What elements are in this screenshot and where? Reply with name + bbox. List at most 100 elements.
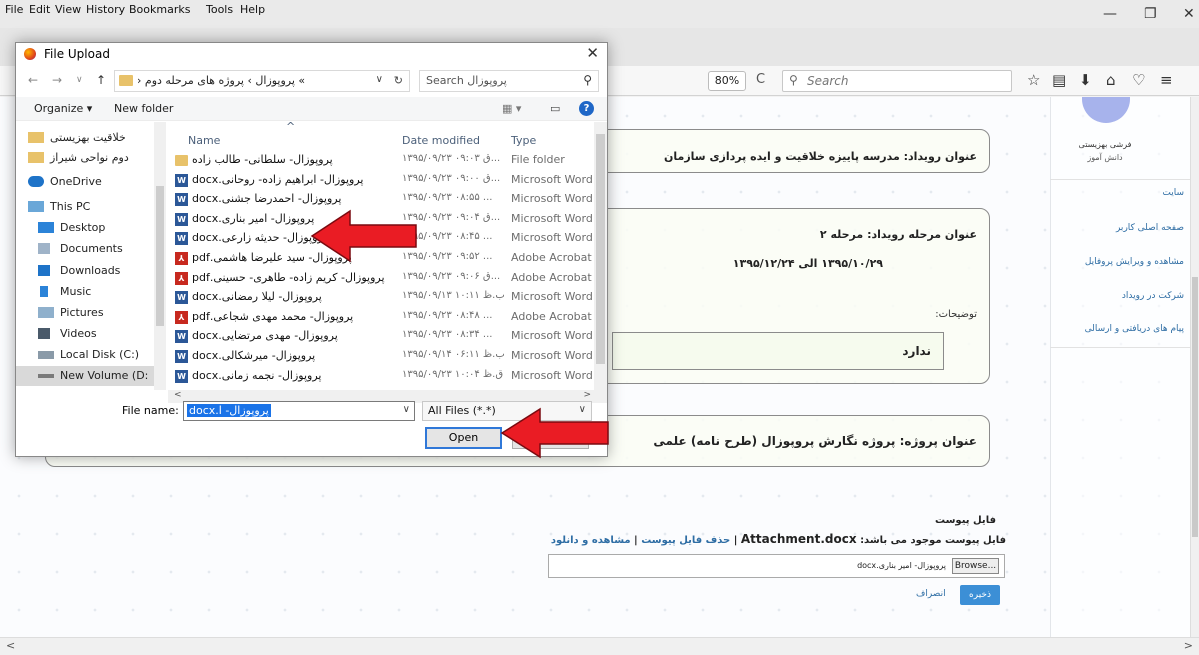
browser-search-input[interactable]: ⚲ Search (782, 70, 1012, 92)
sidebar-item-messages[interactable]: پیام های دریافتی و ارسالی (1050, 324, 1184, 334)
dialog-close-icon[interactable]: ✕ (586, 44, 599, 62)
preview-pane-icon[interactable]: ▭ (550, 102, 560, 115)
up-arrow-icon[interactable]: ↑ (96, 73, 106, 87)
open-button[interactable]: Open (425, 427, 502, 449)
file-name-input[interactable]: پروپوزال- ا.docx ∨ (183, 401, 415, 421)
home-icon[interactable]: ⌂ (1106, 71, 1116, 89)
bookmark-star-icon[interactable]: ☆ (1027, 71, 1040, 89)
page-vertical-scrollbar[interactable] (1190, 97, 1199, 640)
scroll-left-icon[interactable]: < (6, 639, 15, 652)
zoom-level[interactable]: 80% (708, 71, 746, 91)
word-file-icon: W (175, 350, 188, 363)
menu-edit[interactable]: Edit (29, 3, 50, 16)
nav-pane-scrollbar[interactable] (154, 122, 166, 390)
sidebar-item-profile[interactable]: مشاهده و ویرایش پروفایل (1050, 257, 1184, 267)
browse-value: پروپوزال- امیر بناری.docx (857, 561, 946, 570)
folder-icon (28, 132, 44, 143)
restore-icon[interactable]: ❐ (1144, 6, 1157, 22)
dialog-address-bar[interactable]: › پروپوزال › پروژه های مرحله دوم « ∨ ↻ (114, 70, 410, 92)
file-upload-field[interactable]: Browse... پروپوزال- امیر بناری.docx (548, 554, 1005, 578)
sidebar-item-events[interactable]: شرکت در رویداد (1050, 291, 1184, 301)
nav-item-folder-2[interactable]: دوم نواحی شیراز (16, 148, 154, 168)
file-name: پروپوزال- سلطانی- طالب زاده (192, 153, 333, 166)
file-row[interactable]: ⅄ پروپوزال- محمد مهدی شجاعی.pdf ۱۳۹۵/۰۹/۲۳… (168, 308, 594, 326)
save-button[interactable]: ذخیره (960, 585, 1000, 605)
nav-item-videos[interactable]: Videos (16, 324, 154, 344)
file-date: ۱۳۹۵/۰۹/۲۳ ۰۸:۳۴ ... (402, 329, 493, 341)
chevron-down-icon[interactable]: ∨ (376, 74, 383, 85)
close-window-icon[interactable]: ✕ (1183, 6, 1195, 22)
chevron-down-icon[interactable]: ∨ (403, 404, 410, 415)
nav-item-folder-1[interactable]: خلاقیت بهزیستی (16, 128, 154, 148)
sidebar-item-home[interactable]: صفحه اصلی کاربر (1050, 223, 1184, 233)
new-folder-button[interactable]: New folder (114, 102, 173, 115)
page-scroll-thumb[interactable] (1192, 277, 1198, 537)
red-arrow-file-icon (310, 209, 417, 263)
menu-history[interactable]: History (86, 3, 125, 16)
file-row[interactable]: W پروپوزال- لیلا رمضانی.docx ۱۳۹۵/۰۹/۱۳ ب.… (168, 288, 594, 306)
file-name: پروپوزال- کریم زاده- طاهری- حسینی.pdf (192, 270, 385, 284)
file-row[interactable]: W پروپوزال- ابراهیم زاده- روحانی.docx ۱۳۹۵… (168, 171, 594, 189)
nav-item-documents[interactable]: Documents (16, 239, 154, 259)
reload-icon[interactable]: C (756, 72, 765, 87)
menu-view[interactable]: View (55, 3, 81, 16)
project-title: عنوان پروژه: پروژه نگارش پروپوزال (طرح ن… (653, 434, 977, 448)
hamburger-menu-icon[interactable]: ≡ (1160, 71, 1173, 89)
nav-pane-scroll-thumb[interactable] (156, 186, 164, 326)
nav-item-downloads[interactable]: Downloads (16, 261, 154, 281)
file-name-value: پروپوزال- ا.docx (187, 404, 271, 417)
dialog-toolbar: Organize ▾ New folder ▦ ▾ ▭ ? (16, 97, 607, 121)
nav-item-onedrive[interactable]: OneDrive (16, 172, 154, 192)
file-row[interactable]: W پروپوزال- میرشکالی.docx ۱۳۹۵/۰۹/۱۴ ب.ظ ۰… (168, 347, 594, 365)
view-attachment-link[interactable]: مشاهده و دانلود (551, 535, 631, 546)
menu-help[interactable]: Help (240, 3, 265, 16)
help-icon[interactable]: ? (579, 101, 594, 116)
page-horizontal-scrollbar[interactable]: < > (0, 637, 1199, 655)
pocket-icon[interactable]: ♡ (1132, 71, 1145, 89)
file-row[interactable]: W پروپوزال- احمدرضا جشنی.docx ۱۳۹۵/۰۹/۲۳ ۰… (168, 190, 594, 208)
dialog-search-input[interactable]: Search پروپوزال ⚲ (419, 70, 599, 92)
dialog-search-placeholder: Search پروپوزال (426, 74, 507, 87)
file-name: پروپوزال- ابراهیم زاده- روحانی.docx (192, 172, 364, 186)
menu-file[interactable]: File (5, 3, 23, 16)
file-list-scrollbar[interactable] (594, 122, 607, 390)
recent-dropdown-icon[interactable]: ∨ (76, 75, 83, 85)
delete-attachment-link[interactable]: حذف فایل پیوست (641, 535, 730, 546)
file-name: پروپوزال- لیلا رمضانی.docx (192, 290, 322, 304)
user-sidebar (1050, 97, 1190, 637)
file-row[interactable]: ⅄ پروپوزال- کریم زاده- طاهری- حسینی.pdf ۱۳… (168, 269, 594, 287)
file-date: ۱۳۹۵/۰۹/۲۳ ق ۰۹:۰۰... (402, 172, 501, 184)
file-type: File folder (511, 153, 565, 166)
downloads-icon[interactable]: ⬇ (1079, 71, 1092, 89)
file-list-scroll-thumb[interactable] (596, 134, 605, 364)
nav-item-local-disk[interactable]: Local Disk (C:) (16, 345, 154, 365)
organize-button[interactable]: Organize ▾ (34, 102, 92, 115)
file-row[interactable]: پروپوزال- سلطانی- طالب زاده ۱۳۹۵/۰۹/۲۳ ق … (168, 151, 594, 169)
attachment-heading: فایل پیوست (935, 515, 996, 526)
forward-arrow-icon[interactable]: → (52, 73, 62, 87)
refresh-icon[interactable]: ↻ (394, 74, 403, 87)
browse-button[interactable]: Browse... (952, 558, 999, 574)
folder-icon (119, 75, 133, 86)
sidebar-item-site[interactable]: سایت (1050, 188, 1184, 198)
dialog-address-row: ← → ∨ ↑ › پروپوزال › پروژه های مرحله دوم… (16, 67, 607, 95)
back-arrow-icon[interactable]: ← (28, 73, 38, 87)
menu-tools[interactable]: Tools (206, 3, 233, 16)
nav-item-desktop[interactable]: Desktop (16, 218, 154, 238)
menu-bookmarks[interactable]: Bookmarks (129, 3, 190, 16)
search-icon: ⚲ (789, 73, 798, 87)
view-options-icon[interactable]: ▦ ▾ (502, 102, 521, 115)
minimize-icon[interactable]: — (1103, 6, 1117, 22)
file-type: Adobe Acrobat D (511, 309, 594, 323)
file-name: پروپوزال- احمدرضا جشنی.docx (192, 192, 342, 206)
file-row[interactable]: W پروپوزال- نجمه زمانی.docx ۱۳۹۵/۰۹/۲۳ ق.ظ… (168, 367, 594, 385)
scroll-right-icon[interactable]: > (1184, 639, 1193, 652)
nav-item-this-pc[interactable]: This PC (16, 197, 154, 217)
file-type: Microsoft Word D (511, 192, 594, 206)
nav-item-new-volume[interactable]: New Volume (D: (16, 366, 154, 386)
cancel-link[interactable]: انصراف (916, 589, 946, 599)
nav-item-music[interactable]: Music (16, 282, 154, 302)
nav-item-pictures[interactable]: Pictures (16, 303, 154, 323)
bookmarks-library-icon[interactable]: ▤ (1052, 71, 1066, 89)
file-row[interactable]: W پروپوزال- مهدی مرتضایی.docx ۱۳۹۵/۰۹/۲۳ ۰… (168, 327, 594, 345)
